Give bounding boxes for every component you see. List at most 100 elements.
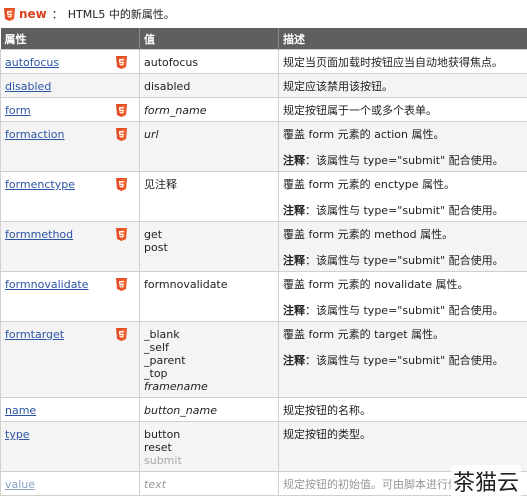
description-cell: 规定应该禁用该按钮。 (278, 73, 527, 98)
table-row: autofocus autofocus 规定当页面加载时按钮应当自动地获得焦点。 (0, 49, 527, 74)
attribute-cell: formnovalidate (0, 271, 140, 322)
header-separator: ： (51, 8, 63, 21)
value-text: button (144, 428, 181, 441)
description-text: 覆盖 form 元素的 action 属性。 (283, 128, 445, 141)
value-text: _top (144, 367, 168, 380)
description-cell: 覆盖 form 元素的 action 属性。注释：该属性与 type="subm… (278, 121, 527, 172)
value-text: text (144, 478, 166, 491)
description-cell: 规定当页面加载时按钮应当自动地获得焦点。 (278, 49, 527, 74)
value-cell: button_name (139, 397, 279, 422)
table-row: value text 规定按钮的初始值。可由脚本进行修 (0, 471, 527, 496)
attribute-link[interactable]: formnovalidate (5, 278, 89, 291)
value-cell: text (139, 471, 279, 496)
html5-badge-icon (116, 278, 127, 294)
value-cell: get post (139, 221, 279, 272)
description-text: 覆盖 form 元素的 method 属性。 (283, 228, 454, 241)
table-row: type button reset submit 规定按钮的类型。 (0, 421, 527, 472)
description-cell: 规定按钮的类型。 (278, 421, 527, 472)
attributes-table: 属性 值 描述 autofocus autofocus 规定当页面加载时按钮应当自动… (0, 28, 527, 496)
value-cell: autofocus (139, 49, 279, 74)
html5-badge-icon (116, 56, 127, 72)
attribute-cell: type (0, 421, 140, 472)
description-text: 覆盖 form 元素的 enctype 属性。 (283, 178, 455, 191)
value-text: formnovalidate (144, 278, 228, 291)
html5-badge-icon (116, 178, 127, 194)
description-text: 规定应该禁用该按钮。 (283, 80, 393, 93)
description-text: 覆盖 form 元素的 novalidate 属性。 (283, 278, 469, 291)
description-note: 注释：该属性与 type="submit" 配合使用。 (283, 304, 504, 317)
page-header: new ： HTML5 中的新属性。 (0, 0, 527, 28)
watermark: 茶猫云 (450, 465, 521, 497)
value-text: button_name (144, 404, 217, 417)
description-note: 注释：该属性与 type="submit" 配合使用。 (283, 354, 504, 367)
html5-badge-icon (4, 8, 15, 21)
attribute-cell: name (0, 397, 140, 422)
attribute-link[interactable]: formaction (5, 128, 65, 141)
table-row: name button_name 规定按钮的名称。 (0, 397, 527, 422)
value-text: post (144, 241, 168, 254)
value-text: disabled (144, 80, 191, 93)
description-text: 规定按钮的类型。 (283, 428, 371, 441)
attribute-cell: form (0, 97, 140, 122)
attribute-link[interactable]: form (5, 104, 31, 117)
description-note: 注释：该属性与 type="submit" 配合使用。 (283, 254, 504, 267)
value-cell: formnovalidate (139, 271, 279, 322)
column-header-value: 值 (139, 28, 279, 50)
description-cell: 规定按钮属于一个或多个表单。 (278, 97, 527, 122)
table-row: formaction url 覆盖 form 元素的 action 属性。注释：该属… (0, 121, 527, 172)
value-text: _blank (144, 328, 180, 341)
description-text: 规定当页面加载时按钮应当自动地获得焦点。 (283, 56, 503, 69)
value-text: _parent (144, 354, 186, 367)
html5-badge-icon (116, 328, 127, 344)
attribute-cell: formtarget (0, 321, 140, 398)
column-header-attribute: 属性 (0, 28, 140, 50)
value-cell: disabled (139, 73, 279, 98)
value-text: framename (144, 380, 208, 393)
table-row: form form_name 规定按钮属于一个或多个表单。 (0, 97, 527, 122)
description-text: 规定按钮的名称。 (283, 404, 371, 417)
attribute-cell: value (0, 471, 140, 496)
value-text: get (144, 228, 163, 241)
table-header-row: 属性 值 描述 (0, 28, 527, 50)
description-text: 覆盖 form 元素的 target 属性。 (283, 328, 445, 341)
description-note: 注释：该属性与 type="submit" 配合使用。 (283, 154, 504, 167)
value-cell: _blank _self _parent _top framename (139, 321, 279, 398)
table-row: formnovalidate formnovalidate 覆盖 form 元素的 … (0, 271, 527, 322)
attribute-link[interactable]: disabled (5, 80, 51, 93)
description-cell: 覆盖 form 元素的 method 属性。注释：该属性与 type="subm… (278, 221, 527, 272)
value-text: form_name (144, 104, 207, 117)
attribute-cell: formaction (0, 121, 140, 172)
column-header-description: 描述 (278, 28, 527, 50)
value-text: submit (144, 454, 182, 467)
value-text: reset (144, 441, 172, 454)
header-description: HTML5 中的新属性。 (67, 8, 175, 21)
attribute-cell: autofocus (0, 49, 140, 74)
description-cell: 规定按钮的名称。 (278, 397, 527, 422)
value-text: autofocus (144, 56, 199, 69)
description-text: 规定按钮属于一个或多个表单。 (283, 104, 437, 117)
attribute-link[interactable]: formtarget (5, 328, 64, 341)
attribute-link[interactable]: autofocus (5, 56, 59, 69)
attribute-link[interactable]: name (5, 404, 36, 417)
new-label: new (19, 7, 47, 21)
table-row: disabled disabled 规定应该禁用该按钮。 (0, 73, 527, 98)
attribute-cell: formenctype (0, 171, 140, 222)
value-text: 见注释 (144, 178, 177, 191)
description-cell: 覆盖 form 元素的 target 属性。注释：该属性与 type="subm… (278, 321, 527, 398)
value-text: _self (144, 341, 169, 354)
table-row: formtarget _blank _self _parent _top framenam… (0, 321, 527, 398)
html5-badge-icon (116, 128, 127, 144)
html5-badge-icon (116, 104, 127, 120)
attribute-link[interactable]: value (5, 478, 35, 491)
value-cell: 见注释 (139, 171, 279, 222)
attribute-cell: formmethod (0, 221, 140, 272)
attribute-link[interactable]: formmethod (5, 228, 73, 241)
html5-badge-icon (116, 228, 127, 244)
attribute-link[interactable]: type (5, 428, 30, 441)
value-cell: button reset submit (139, 421, 279, 472)
description-cell: 覆盖 form 元素的 enctype 属性。 注释：该属性与 type="sub… (278, 171, 527, 222)
attribute-link[interactable]: formenctype (5, 178, 75, 191)
value-text: url (144, 128, 159, 141)
description-cell: 覆盖 form 元素的 novalidate 属性。注释：该属性与 type="… (278, 271, 527, 322)
value-cell: form_name (139, 97, 279, 122)
